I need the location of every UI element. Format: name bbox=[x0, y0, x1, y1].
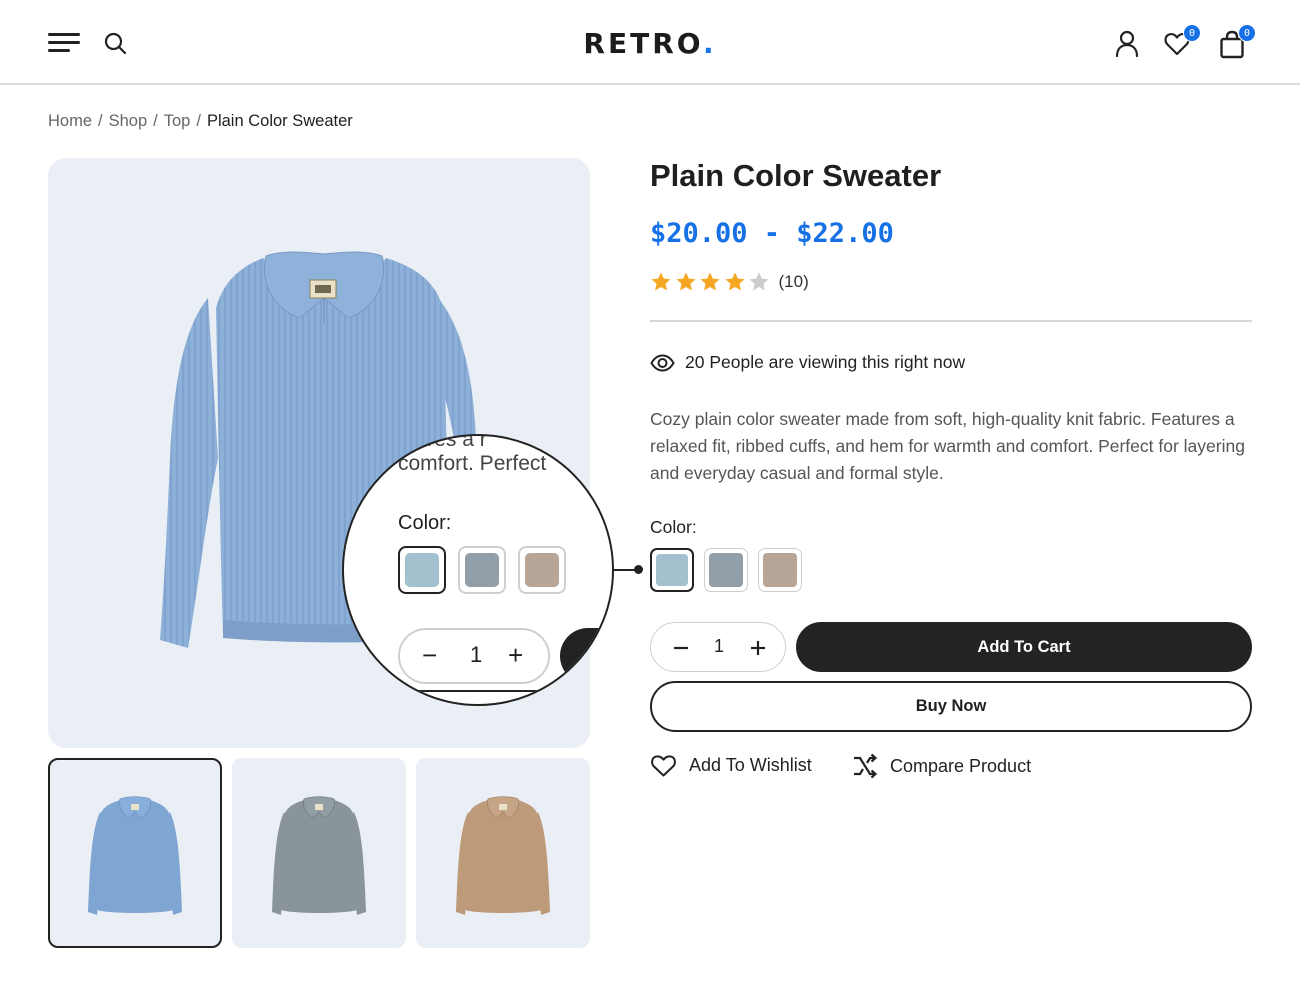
magnifier-quantity-stepper: − 1 + bbox=[398, 628, 550, 684]
breadcrumb-top[interactable]: Top bbox=[164, 112, 191, 130]
magnifier-text-line1: ...ares a r bbox=[398, 434, 487, 451]
magnifier-color-label: Color: bbox=[398, 512, 452, 534]
color-swatch-beige[interactable] bbox=[758, 548, 802, 592]
swatch-fill bbox=[656, 554, 688, 586]
thumbnail-tan-sweater[interactable] bbox=[416, 758, 590, 948]
breadcrumb-home[interactable]: Home bbox=[48, 112, 92, 130]
thumbnail-gray-sweater[interactable] bbox=[232, 758, 406, 948]
swatch-fill bbox=[709, 553, 743, 587]
magnifier-swatch-blue bbox=[398, 546, 446, 594]
star-filled-icon bbox=[724, 271, 746, 293]
magnifier-buy-border-fragment bbox=[398, 690, 612, 692]
site-logo[interactable]: RETRO. bbox=[0, 27, 1300, 60]
magnifier-swatch-beige bbox=[518, 546, 566, 594]
add-to-wishlist-link[interactable]: Add To Wishlist bbox=[650, 753, 812, 778]
product-title: Plain Color Sweater bbox=[650, 158, 942, 193]
magnifier-swatch-gray bbox=[458, 546, 506, 594]
product-price: $20.00 - $22.00 bbox=[650, 218, 894, 249]
quantity-stepper: 1 bbox=[650, 622, 786, 672]
wishlist-icon[interactable]: 0 bbox=[1163, 24, 1201, 58]
heart-icon bbox=[651, 755, 676, 777]
breadcrumb-current: Plain Color Sweater bbox=[206, 112, 353, 130]
zoom-magnifier: ...ares a r comfort. Perfect Color: − 1 … bbox=[342, 434, 614, 706]
cart-count-badge: 0 bbox=[1238, 24, 1256, 42]
compare-product-link[interactable]: Compare Product bbox=[852, 753, 1031, 779]
product-rating[interactable]: (10) bbox=[650, 270, 809, 294]
quantity-value[interactable]: 1 bbox=[701, 636, 737, 657]
account-icon[interactable] bbox=[1114, 30, 1142, 58]
breadcrumb: Home / Shop / Top / Plain Color Sweater bbox=[48, 112, 353, 130]
color-swatch-blue[interactable] bbox=[650, 548, 694, 592]
divider bbox=[650, 320, 1252, 322]
site-header: RETRO. 0 0 bbox=[0, 0, 1300, 85]
live-viewers: 20 People are viewing this right now bbox=[650, 352, 965, 373]
review-count: (10) bbox=[778, 272, 809, 291]
viewers-text: 20 People are viewing this right now bbox=[685, 352, 966, 372]
star-empty-icon bbox=[748, 271, 770, 293]
shuffle-icon bbox=[854, 753, 878, 779]
color-swatch-gray[interactable] bbox=[704, 548, 748, 592]
cart-bag-icon[interactable]: 0 bbox=[1218, 24, 1256, 59]
buy-now-button[interactable]: Buy Now bbox=[650, 681, 1252, 732]
rating-stars bbox=[650, 271, 773, 293]
add-to-cart-button[interactable]: Add To Cart bbox=[796, 622, 1252, 672]
swatch-fill bbox=[763, 553, 797, 587]
magnifier-add-button-fragment bbox=[560, 628, 612, 684]
quantity-decrease-button[interactable] bbox=[670, 635, 692, 657]
magnifier-connector-dot bbox=[634, 565, 643, 574]
wishlist-count-badge: 0 bbox=[1183, 24, 1201, 42]
color-label: Color: bbox=[650, 517, 697, 537]
product-description: Cozy plain color sweater made from soft,… bbox=[650, 409, 1245, 483]
wishlist-label: Add To Wishlist bbox=[689, 755, 812, 775]
eye-icon bbox=[650, 353, 675, 372]
compare-label: Compare Product bbox=[890, 755, 1032, 776]
magnifier-text-line2: comfort. Perfect bbox=[398, 452, 547, 475]
thumbnail-blue-sweater[interactable] bbox=[48, 758, 222, 948]
quantity-increase-button[interactable] bbox=[747, 635, 769, 657]
star-filled-icon bbox=[699, 271, 721, 293]
breadcrumb-shop[interactable]: Shop bbox=[109, 112, 148, 130]
star-filled-icon bbox=[675, 271, 697, 293]
star-filled-icon bbox=[650, 271, 672, 293]
